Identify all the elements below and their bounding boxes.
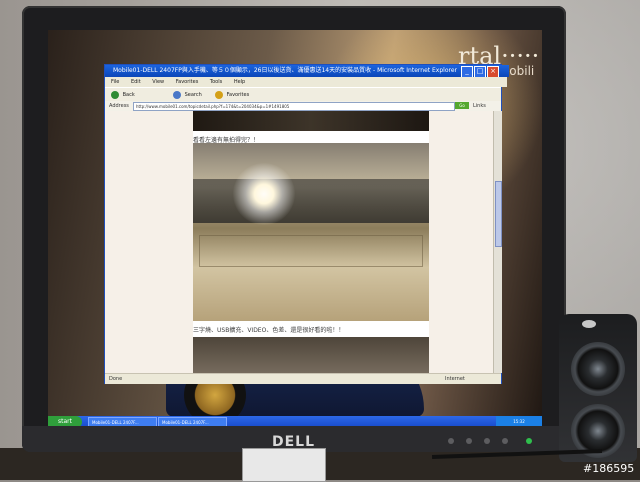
search-button[interactable]: Search (173, 90, 202, 100)
back-button[interactable]: Back (111, 90, 135, 100)
menu-edit[interactable]: Edit (131, 79, 141, 85)
favorites-button[interactable]: Favorites (215, 90, 249, 100)
status-text: Done (109, 376, 123, 382)
monitor-button-4[interactable] (502, 438, 508, 444)
scrollbar-thumb[interactable] (495, 181, 502, 247)
menu-tools[interactable]: Tools (210, 79, 222, 85)
monitor-buttons (448, 438, 538, 446)
security-zone: Internet (445, 376, 465, 382)
monitor-button-2[interactable] (466, 438, 472, 444)
window-titlebar[interactable]: Mobile01-DELL 2407FP與入手機、等５０個顯示，26日以後送貨、… (105, 65, 509, 77)
links-button[interactable]: Links (473, 101, 486, 111)
monitor-screen: rtal····· hr/automobili Mobile01-DELL 24… (48, 30, 542, 418)
menu-file[interactable]: File (111, 79, 119, 85)
bottom-photo-fragment (193, 337, 429, 373)
web-content: 看看左邊有無拍得完？！ 三字燒、USB擴充、VIDEO、色差、還是很好看的啦！！ (105, 111, 493, 373)
go-button[interactable]: Go (455, 102, 469, 109)
monitor-button-3[interactable] (484, 438, 490, 444)
screen-glare (233, 163, 295, 225)
favorites-icon (215, 90, 223, 99)
search-label: Search (184, 92, 202, 98)
favorites-label: Favorites (226, 92, 250, 98)
monitor-button-1[interactable] (448, 438, 454, 444)
power-button[interactable] (526, 438, 532, 444)
top-photo-fragment (193, 111, 429, 131)
article-text-line-2: 三字燒、USB擴充、VIDEO、色差、還是很好看的啦！！ (193, 327, 345, 334)
menu-favorites[interactable]: Favorites (176, 79, 199, 85)
status-bar: Done Internet (105, 373, 501, 384)
browser-window: Mobile01-DELL 2407FP與入手機、等５０個顯示，26日以後送貨、… (104, 64, 509, 384)
watermark-id: #186595 (583, 462, 635, 475)
vertical-scrollbar[interactable] (493, 111, 502, 373)
photo-dark-band (193, 179, 429, 223)
monitor-back-photo (193, 143, 429, 321)
back-label: Back (122, 92, 135, 98)
speaker-cone-top (571, 342, 625, 396)
menu-view[interactable]: View (152, 79, 164, 85)
menu-help[interactable]: Help (234, 79, 245, 85)
search-icon (173, 90, 181, 99)
menu-bar: File Edit View Favorites Tools Help (105, 77, 507, 87)
address-label: Address (109, 103, 129, 109)
address-field[interactable]: http://www.mobile01.com/topicdetail.php?… (133, 102, 455, 111)
monitor-stand (242, 448, 326, 482)
speaker-logo-icon (582, 320, 596, 328)
back-icon (111, 90, 119, 99)
photo-panel-outline (199, 235, 423, 267)
